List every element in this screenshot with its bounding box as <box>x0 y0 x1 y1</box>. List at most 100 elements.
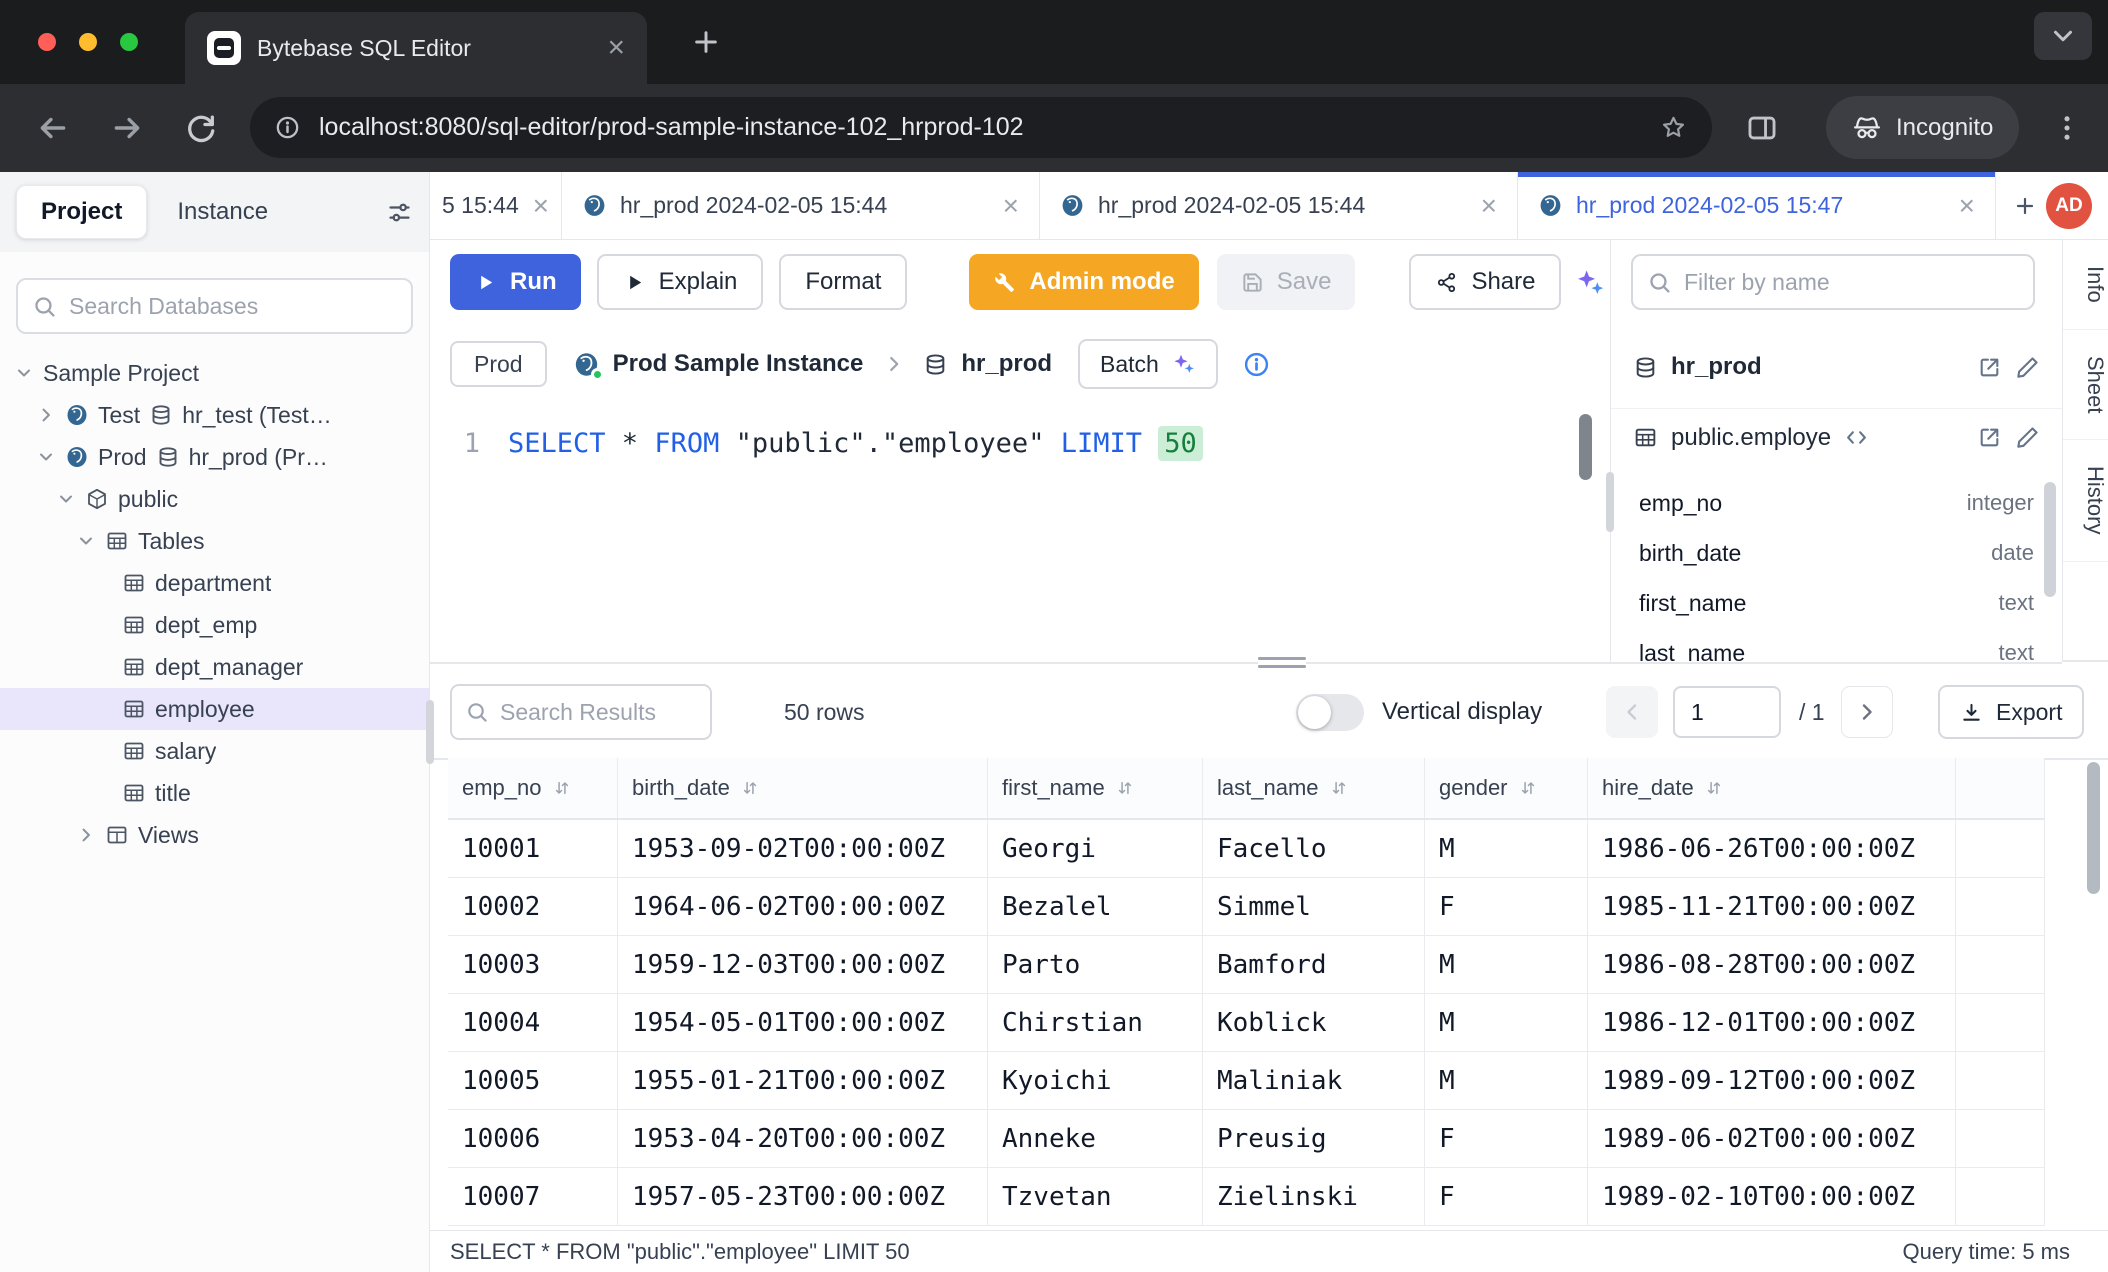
panel-resize-handle[interactable] <box>1606 472 1614 532</box>
schema-filter-input[interactable] <box>1684 269 2019 296</box>
database-crumb[interactable]: hr_prod <box>923 350 1052 378</box>
column-header-last-name[interactable]: last_name <box>1203 758 1425 818</box>
chevron-right-icon[interactable] <box>76 825 96 845</box>
edit-icon[interactable] <box>2015 425 2040 450</box>
close-tab-icon[interactable]: × <box>1003 192 1019 220</box>
tree-item-tables[interactable]: Tables <box>0 520 429 562</box>
close-tab-icon[interactable]: × <box>607 33 625 63</box>
close-tab-icon[interactable]: × <box>1959 192 1975 220</box>
side-tab-history[interactable]: History <box>2063 440 2108 561</box>
tree-item-prod[interactable]: Prodhr_prod (Pr… <box>0 436 429 478</box>
save-button[interactable]: Save <box>1217 254 1356 310</box>
admin-mode-button[interactable]: Admin mode <box>969 254 1198 310</box>
column-header-gender[interactable]: gender <box>1425 758 1588 818</box>
browser-tab[interactable]: Bytebase SQL Editor × <box>185 12 647 84</box>
schema-table-row[interactable]: public.employe <box>1611 408 2062 466</box>
format-button[interactable]: Format <box>779 254 907 310</box>
info-icon[interactable] <box>1242 350 1271 379</box>
column-header-hire-date[interactable]: hire_date <box>1588 758 1956 818</box>
table-row[interactable]: 100031959-12-03T00:00:00ZPartoBamfordM19… <box>448 936 2045 994</box>
table-row[interactable]: 100041954-05-01T00:00:00ZChirstianKoblic… <box>448 994 2045 1052</box>
sql-editor[interactable]: 1 SELECT * FROM "public"."employee" LIMI… <box>430 404 1610 662</box>
splitter-drag-handle[interactable] <box>1258 653 1306 671</box>
external-link-icon[interactable] <box>1977 355 2002 380</box>
column-row-birth-date[interactable]: birth_datedate <box>1611 528 2062 578</box>
close-tab-icon[interactable]: × <box>533 192 549 220</box>
forward-button[interactable] <box>110 111 144 145</box>
tree-item-views[interactable]: Views <box>0 814 429 856</box>
vertical-display-toggle[interactable] <box>1296 694 1364 731</box>
code-icon[interactable] <box>1844 425 1869 450</box>
ai-sparkles-icon[interactable] <box>1575 267 1606 298</box>
back-button[interactable] <box>36 111 70 145</box>
results-search[interactable] <box>450 684 712 740</box>
browser-menu-icon[interactable] <box>2050 111 2084 145</box>
minimize-window-button[interactable] <box>79 33 97 51</box>
chevron-down-icon[interactable] <box>14 363 34 383</box>
database-search-input[interactable] <box>69 293 397 320</box>
query-tab[interactable]: hr_prod 2024-02-05 15:47× <box>1518 172 1996 239</box>
side-tab-info[interactable]: Info <box>2063 240 2108 330</box>
table-row[interactable]: 100051955-01-21T00:00:00ZKyoichiMaliniak… <box>448 1052 2045 1110</box>
tree-item-dept-emp[interactable]: dept_emp <box>0 604 429 646</box>
results-scrollbar-thumb[interactable] <box>2087 762 2100 894</box>
chevron-down-icon[interactable] <box>36 447 56 467</box>
new-browser-tab-button[interactable] <box>690 26 722 58</box>
chevron-down-icon[interactable] <box>76 531 96 551</box>
close-tab-icon[interactable]: × <box>1481 192 1497 220</box>
bookmark-star-icon[interactable] <box>1659 113 1688 142</box>
tree-item-salary[interactable]: salary <box>0 730 429 772</box>
chevron-down-icon[interactable] <box>56 489 76 509</box>
tab-instance[interactable]: Instance <box>157 186 288 238</box>
side-panel-icon[interactable] <box>1745 111 1779 145</box>
table-row[interactable]: 100021964-06-02T00:00:00ZBezalelSimmelF1… <box>448 878 2045 936</box>
table-row[interactable]: 100061953-04-20T00:00:00ZAnnekePreusigF1… <box>448 1110 2045 1168</box>
sidebar-resize-handle[interactable] <box>426 700 434 764</box>
zoom-window-button[interactable] <box>120 33 138 51</box>
tree-item-dept-manager[interactable]: dept_manager <box>0 646 429 688</box>
page-input[interactable] <box>1673 686 1781 738</box>
schema-scrollbar-thumb[interactable] <box>2044 482 2056 597</box>
schema-filter[interactable] <box>1631 254 2035 310</box>
instance-crumb[interactable]: Prod Sample Instance <box>573 350 864 378</box>
schema-database-row[interactable]: hr_prod <box>1611 338 2062 396</box>
column-row-first-name[interactable]: first_nametext <box>1611 578 2062 628</box>
column-header-birth-date[interactable]: birth_date <box>618 758 988 818</box>
table-row[interactable]: 100011953-09-02T00:00:00ZGeorgiFacelloM1… <box>448 820 2045 878</box>
side-tab-sheet[interactable]: Sheet <box>2063 330 2108 441</box>
tree-settings-icon[interactable] <box>386 199 413 226</box>
editor-scrollbar-thumb[interactable] <box>1579 414 1592 480</box>
site-info-icon[interactable] <box>274 114 301 141</box>
tree-item-employee[interactable]: employee <box>0 688 429 730</box>
close-window-button[interactable] <box>38 33 56 51</box>
query-tab[interactable]: hr_prod 2024-02-05 15:44× <box>562 172 1040 239</box>
external-link-icon[interactable] <box>1977 425 2002 450</box>
tab-project[interactable]: Project <box>16 185 147 239</box>
column-header-emp-no[interactable]: emp_no <box>448 758 618 818</box>
column-header-first-name[interactable]: first_name <box>988 758 1203 818</box>
table-row[interactable]: 100071957-05-23T00:00:00ZTzvetanZielinsk… <box>448 1168 2045 1226</box>
batch-button[interactable]: Batch <box>1078 339 1218 389</box>
explain-button[interactable]: Explain <box>597 254 764 310</box>
column-row-emp-no[interactable]: emp_nointeger <box>1611 478 2062 528</box>
column-row-last-name[interactable]: last_nametext <box>1611 628 2062 662</box>
query-tab[interactable]: 5 15:44× <box>430 172 562 239</box>
query-tab[interactable]: hr_prod 2024-02-05 15:44× <box>1040 172 1518 239</box>
environment-badge[interactable]: Prod <box>450 341 547 387</box>
prev-page-button[interactable] <box>1606 686 1658 738</box>
tree-item-title[interactable]: title <box>0 772 429 814</box>
tree-item-public[interactable]: public <box>0 478 429 520</box>
share-button[interactable]: Share <box>1409 254 1561 310</box>
avatar[interactable]: AD <box>2046 183 2092 229</box>
address-bar[interactable]: localhost:8080/sql-editor/prod-sample-in… <box>250 97 1712 158</box>
tree-item-department[interactable]: department <box>0 562 429 604</box>
results-search-input[interactable] <box>500 699 697 726</box>
export-button[interactable]: Export <box>1938 685 2084 739</box>
tree-item-sample-project[interactable]: Sample Project <box>0 352 429 394</box>
tab-list-chevron-icon[interactable] <box>2034 12 2092 60</box>
reload-button[interactable] <box>184 111 218 145</box>
chevron-right-icon[interactable] <box>36 405 56 425</box>
tree-item-test[interactable]: Testhr_test (Test… <box>0 394 429 436</box>
database-search[interactable] <box>16 278 413 334</box>
edit-icon[interactable] <box>2015 355 2040 380</box>
